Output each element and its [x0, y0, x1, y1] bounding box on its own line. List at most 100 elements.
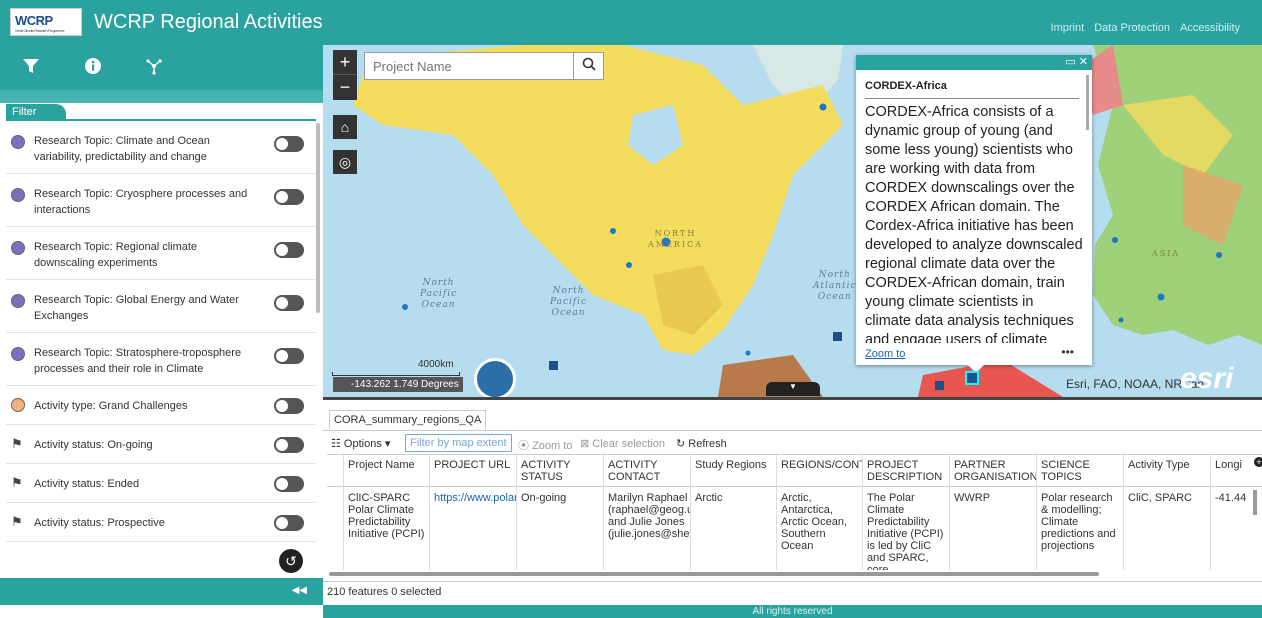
filter-row: Activity type: Grand Challenges — [6, 386, 316, 425]
column-partner-organisation: PARTNER ORGANISATION WWRP — [949, 455, 1038, 570]
filter-icon[interactable] — [20, 57, 42, 79]
table-cell[interactable]: Arctic, Antarctica, Arctic Ocean, Southe… — [777, 487, 862, 552]
collapse-sidebar-icon[interactable]: ◀◀ — [292, 585, 307, 596]
sidebar-scrollbar[interactable] — [316, 123, 320, 313]
options-menu[interactable]: ☷ Options ▾ — [331, 437, 390, 450]
filter-toggle[interactable] — [274, 295, 304, 311]
column-project-name: Project Name ClIC-SPARC Polar Climate Pr… — [343, 455, 429, 570]
column-header[interactable]: REGIONS/CONTI — [777, 455, 869, 487]
column-activity-status: ACTIVITY STATUS On-going — [516, 455, 603, 570]
data-protection-link[interactable]: Data Protection — [1094, 22, 1170, 34]
table-cell[interactable]: CliC, SPARC — [1124, 487, 1210, 504]
filter-label: Research Topic: Cryosphere processes and… — [34, 188, 248, 216]
header-links: Imprint Data Protection Accessibility — [1044, 22, 1240, 34]
column-science-topics: SCIENCE TOPICS Polar research & modellin… — [1036, 455, 1123, 570]
info-icon[interactable] — [82, 57, 104, 79]
filter-row: ⚑ Activity status: On-going — [6, 425, 316, 464]
filter-label: Activity status: Prospective — [34, 517, 165, 529]
column-header[interactable]: Study Regions — [691, 455, 776, 487]
grid-vertical-scrollbar[interactable] — [1253, 490, 1257, 515]
locate-icon[interactable]: ◎ — [333, 150, 357, 174]
column-project-description: PROJECT DESCRIPTION The Polar Climate Pr… — [862, 455, 949, 570]
column-header[interactable]: SCIENCE TOPICS — [1037, 455, 1123, 487]
search-input[interactable] — [365, 53, 573, 79]
popup-header: ▭ ✕ — [856, 55, 1092, 70]
purple-circle-icon — [11, 241, 25, 255]
filter-row: ⚑ Activity status: Ended — [6, 464, 316, 503]
purple-circle-icon — [11, 188, 25, 202]
column-menu-icon[interactable]: + — [1254, 457, 1262, 467]
filter-tab[interactable]: Filter — [6, 104, 66, 120]
basemap — [353, 45, 1262, 397]
app-title: WCRP Regional Activities — [94, 11, 323, 33]
table-cell[interactable]: ClIC-SPARC Polar Climate Predictability … — [344, 487, 429, 540]
options-label: Options — [343, 438, 382, 450]
attribute-table-panel: CORA_summary_regions_QA ☷ Options ▾ Filt… — [323, 400, 1262, 605]
table-cell[interactable]: WWRP — [950, 487, 1036, 504]
reset-filters-icon[interactable]: ↺ — [279, 549, 303, 573]
contact-line: (raphael@geog.u — [608, 504, 690, 516]
contact-line: (julie.jones@sheff — [608, 528, 690, 540]
table-tab[interactable]: CORA_summary_regions_QA — [329, 410, 487, 429]
filter-toggle[interactable] — [274, 515, 304, 531]
map-view[interactable] — [323, 45, 1262, 397]
wcrp-logo[interactable]: WCRP World Climate Research Programme — [10, 8, 82, 36]
filter-toggle[interactable] — [274, 348, 304, 364]
zoom-to-button[interactable]: ⦿ Zoom to — [518, 437, 572, 453]
column-header[interactable]: PROJECT URL — [430, 455, 516, 487]
toggle-table-icon[interactable]: ▼ — [766, 382, 820, 396]
share-icon[interactable] — [143, 57, 165, 79]
filter-by-extent-button[interactable]: Filter by map extent — [405, 434, 512, 452]
table-cell[interactable]: Marilyn Raphael (raphael@geog.u and Juli… — [604, 487, 690, 540]
search-icon[interactable] — [573, 53, 603, 79]
column-activity-type: Activity Type CliC, SPARC — [1123, 455, 1210, 570]
column-header[interactable]: Activity Type — [1124, 455, 1210, 487]
refresh-button[interactable]: ↻ Refresh — [676, 437, 727, 450]
table-cell[interactable]: The Polar Climate Predictability Initiat… — [863, 487, 949, 570]
maximize-icon[interactable]: ▭ — [1065, 56, 1075, 68]
map-label-north-america: NORTH AMERICA — [648, 229, 703, 249]
close-icon[interactable]: ✕ — [1079, 56, 1088, 68]
orange-circle-icon — [11, 398, 25, 412]
popup-more-icon[interactable]: ••• — [1061, 345, 1074, 359]
table-cell[interactable]: Arctic — [691, 487, 776, 504]
filter-toggle[interactable] — [274, 437, 304, 453]
column-header[interactable]: Project Name — [344, 455, 429, 487]
filter-toggle[interactable] — [274, 136, 304, 152]
filter-toggle[interactable] — [274, 189, 304, 205]
filter-toggle[interactable] — [274, 398, 304, 414]
map-popup: ▭ ✕ CORDEX-Africa CORDEX-Africa consists… — [856, 55, 1092, 373]
column-header[interactable]: ACTIVITY STATUS — [517, 455, 603, 487]
filter-toggle[interactable] — [274, 476, 304, 492]
coordinate-readout[interactable]: -143.262 1.749 Degrees — [333, 377, 463, 392]
table-cell[interactable]: Polar research & modelling; Climate pred… — [1037, 487, 1123, 552]
overview-globe-icon[interactable] — [474, 358, 516, 400]
column-header[interactable]: PROJECT DESCRIPTION — [863, 455, 949, 487]
filter-label: Research Topic: Regional climate downsca… — [34, 241, 198, 269]
zoom-in-button[interactable]: + — [333, 50, 357, 75]
page-footer: All rights reserved — [323, 605, 1262, 618]
table-cell[interactable]: On-going — [517, 487, 603, 504]
popup-scrollbar[interactable] — [1086, 75, 1089, 130]
column-header[interactable]: ACTIVITY CONTACT — [604, 455, 690, 487]
popup-zoom-to-link[interactable]: Zoom to — [865, 348, 905, 360]
home-icon[interactable]: ⌂ — [333, 115, 357, 139]
table-cell-link[interactable]: https://www.polar — [430, 487, 516, 504]
grid-horizontal-scrollbar[interactable] — [329, 572, 1099, 576]
imprint-link[interactable]: Imprint — [1051, 22, 1085, 34]
flag-icon: ⚑ — [11, 436, 23, 451]
sidebar-toolbar — [0, 45, 323, 90]
esri-logo: esri — [1180, 362, 1234, 395]
column-regions: REGIONS/CONTI Arctic, Antarctica, Arctic… — [776, 455, 869, 570]
column-header[interactable]: PARTNER ORGANISATION — [950, 455, 1038, 487]
filter-row: ⚑ Activity status: Prospective — [6, 503, 316, 542]
column-study-regions: Study Regions Arctic — [690, 455, 776, 570]
filter-toggle[interactable] — [274, 242, 304, 258]
accessibility-link[interactable]: Accessibility — [1180, 22, 1240, 34]
contact-line: and Julie Jones — [608, 516, 685, 528]
selected-feature-marker[interactable] — [965, 371, 979, 385]
clear-selection-button[interactable]: ⊠ Clear selection — [580, 437, 665, 450]
purple-circle-icon — [11, 347, 25, 361]
zoom-out-button[interactable]: − — [333, 75, 357, 100]
filter-label: Activity type: Grand Challenges — [34, 400, 188, 412]
